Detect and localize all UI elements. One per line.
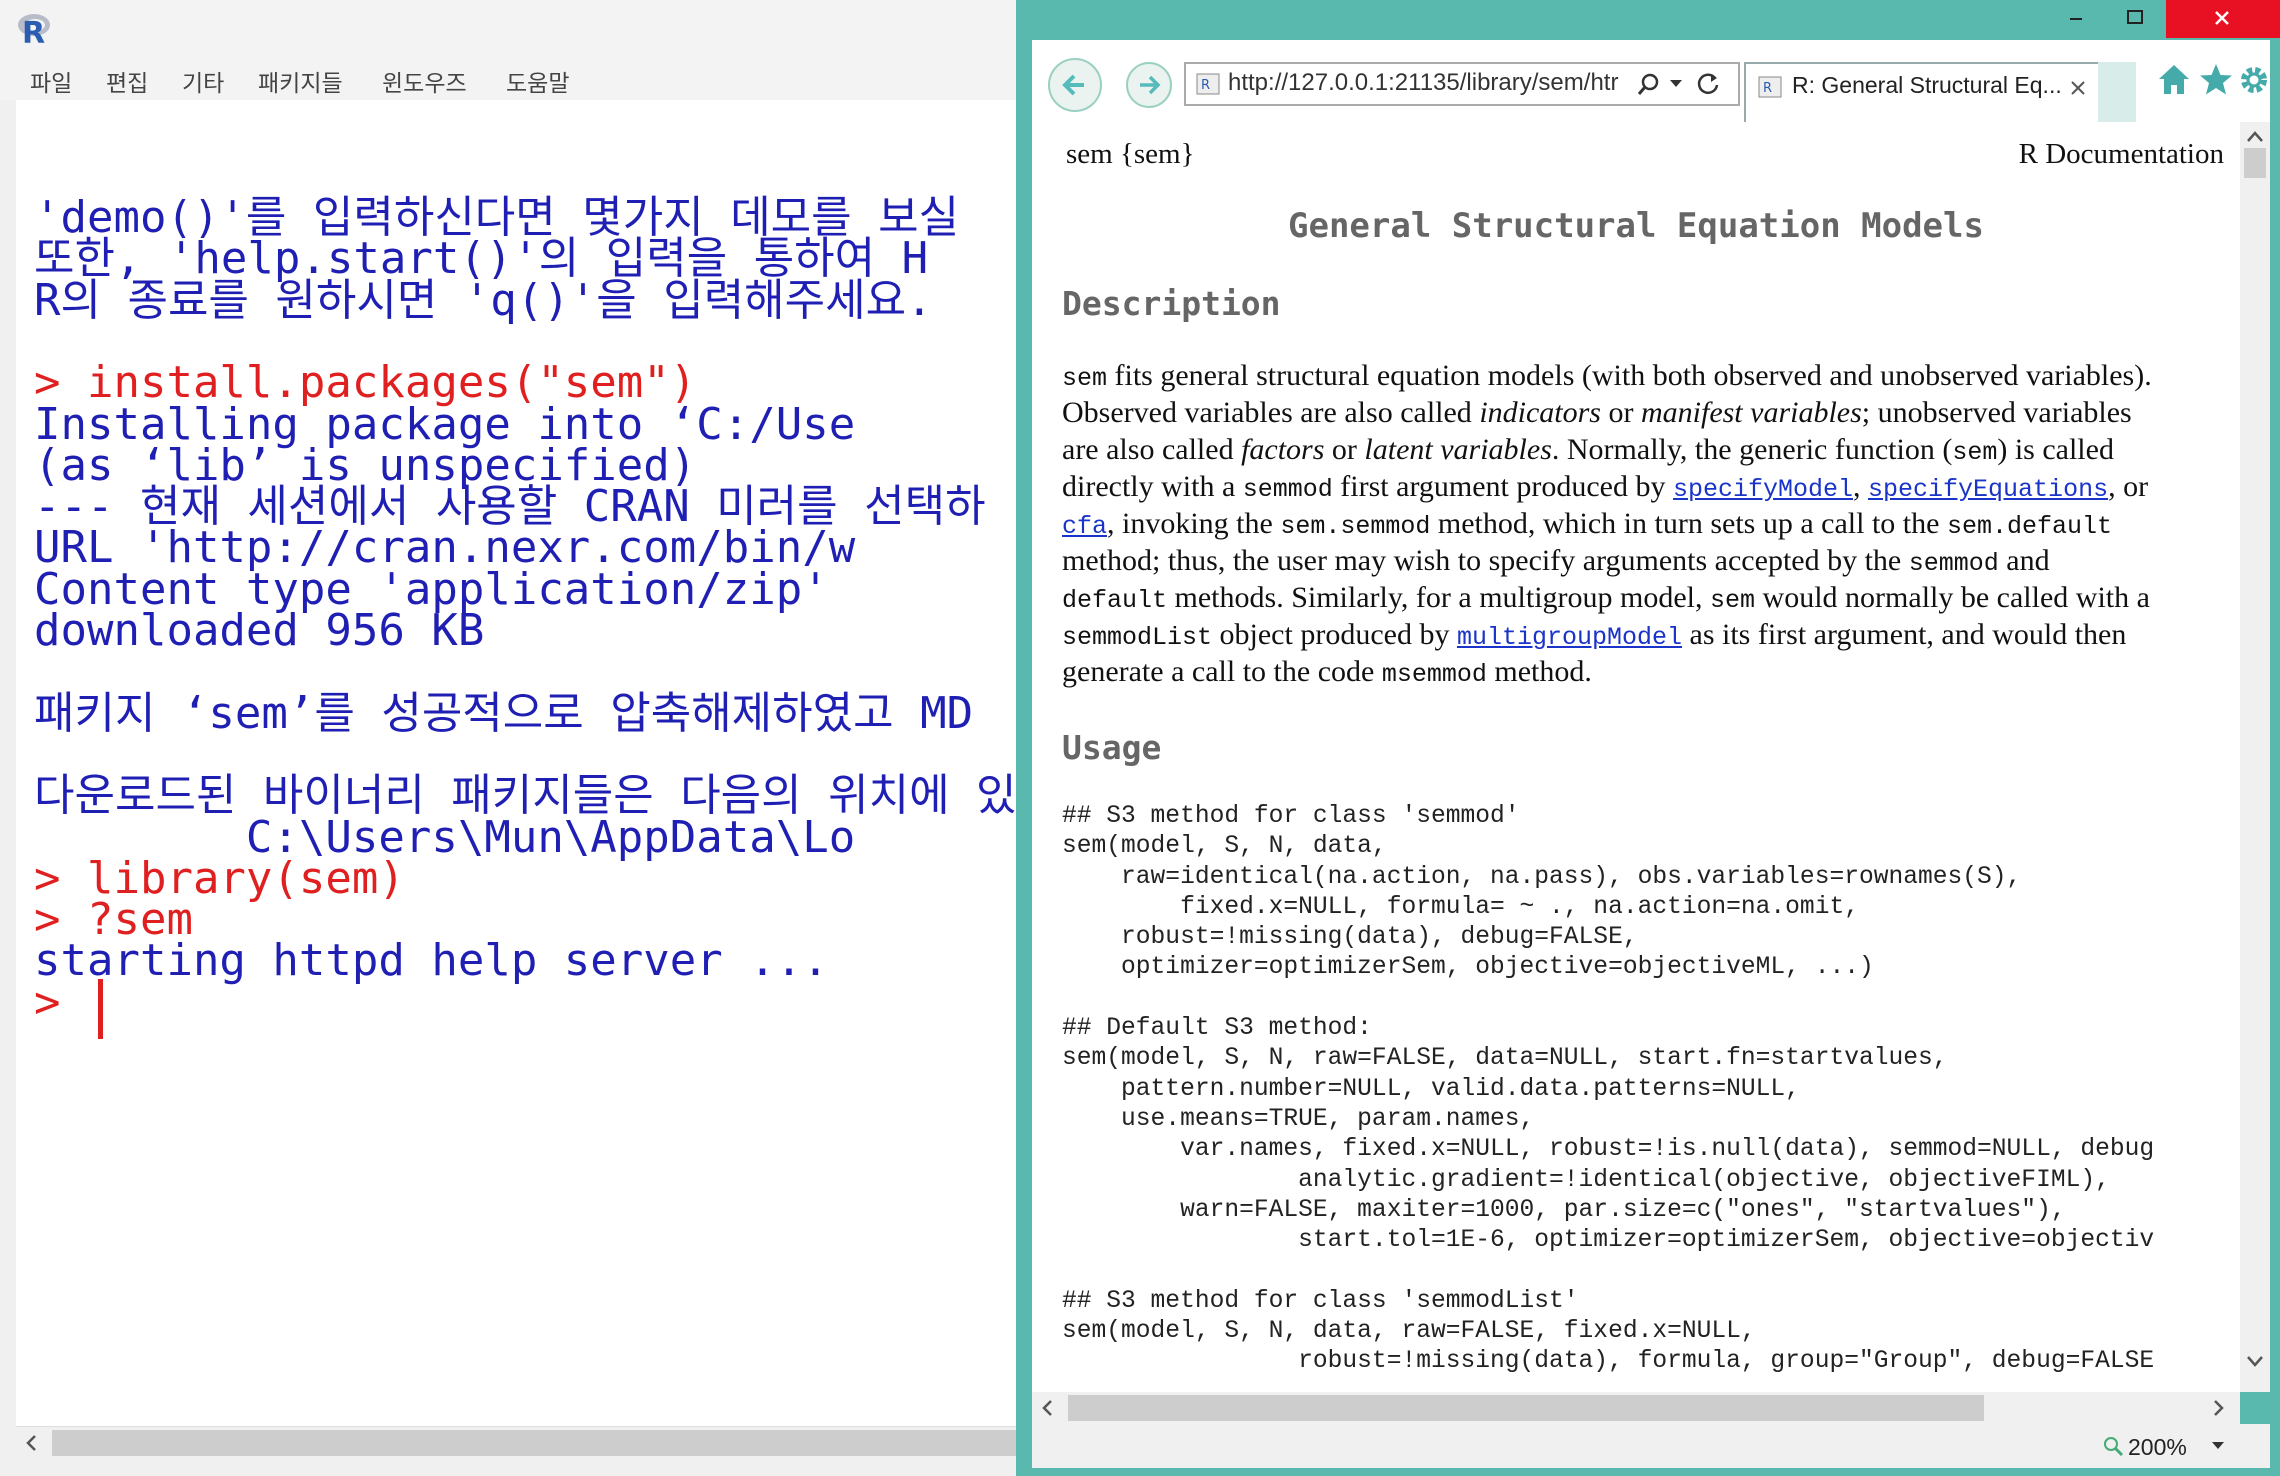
menu-packages[interactable]: 패키지들	[258, 64, 343, 98]
forward-arrow-icon	[1140, 75, 1161, 95]
maximize-button[interactable]	[2106, 0, 2164, 38]
menu-windows[interactable]: 윈도우즈	[382, 64, 467, 98]
zoom-icon[interactable]	[2102, 1435, 2124, 1457]
description-line: generate a call to the code msemmod meth…	[1062, 655, 1592, 689]
console-line: starting httpd help server ...	[34, 935, 829, 986]
menu-edit[interactable]: 편집	[106, 64, 148, 98]
tab-favicon-icon: R	[1758, 76, 1782, 98]
scroll-right-icon[interactable]	[2208, 1398, 2228, 1418]
rgui-titlebar[interactable]: R	[0, 0, 1020, 58]
back-button[interactable]	[1048, 58, 1102, 112]
help-page: sem {sem} R Documentation General Struct…	[1032, 122, 2240, 1392]
tab-close-icon[interactable]	[2068, 78, 2088, 98]
browser-window: R http://127.0.0.1:21135/library/sem/htr…	[1016, 0, 2280, 1476]
scroll-up-icon[interactable]	[2245, 128, 2265, 144]
back-arrow-icon	[1062, 74, 1084, 96]
svg-text:R: R	[1201, 78, 1210, 93]
r-console[interactable]: 'demo()'를 입력하신다면 몇가지 데모를 보실 또한, 'help.sta…	[16, 100, 1020, 1426]
description-line: are also called factors or latent variab…	[1062, 433, 2114, 467]
scrollbar-thumb[interactable]	[1068, 1395, 1984, 1421]
dropdown-icon[interactable]	[1668, 78, 1684, 90]
description-line: default methods. Similarly, for a multig…	[1062, 581, 2150, 615]
description-line: Observed variables are also called indic…	[1062, 396, 2132, 429]
scrollbar-thumb[interactable]	[2244, 148, 2266, 178]
browser-toolbar: R http://127.0.0.1:21135/library/sem/htr…	[1032, 40, 2272, 124]
link-cfa[interactable]: cfa	[1062, 512, 1107, 541]
usage-code: ## S3 method for class 'semmod' sem(mode…	[1062, 803, 2155, 1376]
console-line: R의 종료를 원하시면 'q()'을 입력해주세요.	[34, 275, 933, 326]
description-line: semmodList object produced by multigroup…	[1062, 618, 2127, 652]
address-text[interactable]: http://127.0.0.1:21135/library/sem/htr	[1228, 69, 1628, 97]
description-line: method; thus, the user may wish to speci…	[1062, 544, 2050, 578]
page-title: General Structural Equation Models	[1288, 206, 1984, 246]
zoom-level[interactable]: 200%	[2128, 1434, 2187, 1461]
page-favicon-icon: R	[1196, 73, 1220, 95]
svg-text:R: R	[1763, 81, 1772, 96]
description-heading: Description	[1062, 284, 1281, 323]
settings-gear-icon[interactable]	[2236, 62, 2272, 98]
r-logo-icon: R	[18, 14, 50, 46]
new-tab-button[interactable]	[2098, 62, 2136, 122]
description-line: sem fits general structural equation mod…	[1062, 359, 2152, 393]
scrollbar-thumb[interactable]	[52, 1430, 1020, 1456]
page-vertical-scrollbar[interactable]	[2240, 122, 2270, 1392]
link-specifyequations[interactable]: specifyEquations	[1868, 475, 2108, 504]
zoom-dropdown-icon[interactable]	[2210, 1440, 2226, 1452]
description-line: directly with a semmod first argument pr…	[1062, 470, 2149, 504]
console-line: 패키지 ‘sem’를 성공적으로 압축해제하였고 MD	[34, 688, 974, 739]
console-horizontal-scrollbar[interactable]	[16, 1426, 1020, 1459]
rgui-window: R 파일 편집 기타 패키지들 윈도우즈 도움말 'demo()'를 입력하신다…	[0, 0, 1020, 1476]
scroll-left-icon[interactable]	[1038, 1398, 1058, 1418]
topic-label: sem {sem}	[1066, 138, 1195, 170]
console-line: >	[34, 977, 87, 1028]
console-line: downloaded 956 KB	[34, 605, 485, 656]
home-icon[interactable]	[2156, 62, 2192, 98]
link-multigroupmodel[interactable]: multigroupModel	[1457, 623, 1682, 652]
description-line: cfa, invoking the sem.semmod method, whi…	[1062, 507, 2112, 541]
address-bar[interactable]: R http://127.0.0.1:21135/library/sem/htr	[1184, 62, 1740, 106]
close-button[interactable]	[2166, 0, 2280, 38]
usage-heading: Usage	[1062, 728, 1162, 767]
tab-title: R: General Structural Eq...	[1792, 72, 2062, 98]
minimize-icon	[2070, 18, 2082, 20]
svg-text:R: R	[22, 16, 45, 46]
rgui-menubar: 파일 편집 기타 패키지들 윈도우즈 도움말	[0, 58, 1020, 100]
link-specifymodel[interactable]: specifyModel	[1673, 475, 1853, 504]
r-documentation-label: R Documentation	[2018, 138, 2224, 170]
refresh-icon[interactable]	[1694, 70, 1722, 98]
menu-misc[interactable]: 기타	[182, 64, 224, 98]
menu-file[interactable]: 파일	[30, 64, 72, 98]
close-icon	[2215, 11, 2229, 25]
status-bar: 200%	[1032, 1424, 2270, 1468]
minimize-button[interactable]	[2046, 0, 2104, 38]
favorites-star-icon[interactable]	[2198, 62, 2234, 98]
maximize-icon	[2127, 10, 2143, 24]
search-icon[interactable]	[1636, 72, 1662, 98]
page-horizontal-scrollbar[interactable]	[1032, 1392, 2240, 1424]
browser-tab[interactable]: R R: General Structural Eq...	[1744, 62, 2100, 124]
menu-help[interactable]: 도움말	[506, 64, 569, 98]
scroll-down-icon[interactable]	[2245, 1354, 2265, 1370]
text-cursor	[98, 979, 103, 1039]
scroll-left-icon[interactable]	[22, 1433, 42, 1453]
forward-button[interactable]	[1126, 62, 1172, 108]
